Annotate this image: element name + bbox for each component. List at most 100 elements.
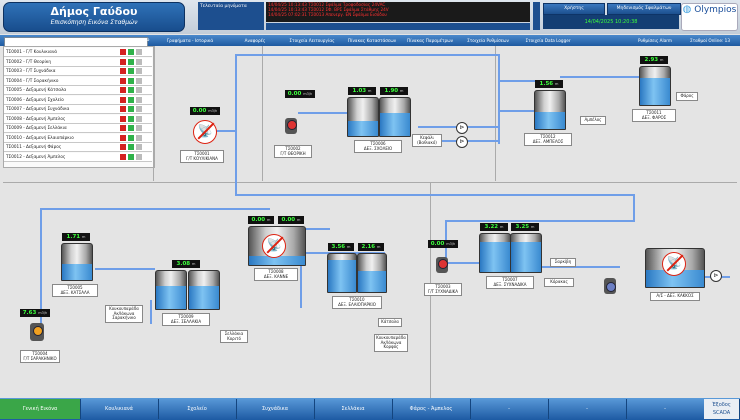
station-list-item[interactable]: ΤΣ0011 - Δεξαμενή Φάρος xyxy=(4,143,152,152)
station-label-s12[interactable]: ΤΣ0012 ΔΕΞ. ΑΜΠΕΛΟΣ xyxy=(524,133,572,147)
tab-overview[interactable]: Γενική Εικόνα xyxy=(0,399,81,419)
details-icon[interactable] xyxy=(136,134,142,141)
note-sarki: Σαρκίβη xyxy=(550,258,576,267)
station-list-item[interactable]: ΤΣ0006 - Δεξαμενή Σχολείο xyxy=(4,95,152,105)
tab-sychnadika[interactable]: Συχνάδικα xyxy=(236,399,315,419)
tab-sellakia[interactable]: Σελλάκια xyxy=(314,399,393,419)
station-list-label: ΤΣ0006 - Δεξαμενή Σχολείο xyxy=(6,96,64,102)
station-label-s13[interactable]: Α/Σ - ΔΕΞ. ΚΑΚΚΟΣ xyxy=(650,292,700,301)
pipe xyxy=(560,76,640,78)
details-icon[interactable] xyxy=(136,106,142,112)
level-readout-s12: 1.56 m xyxy=(535,80,563,88)
station-label-s10[interactable]: ΤΣ0010 ΔΕΞ. ΕΛΑΙΟΠΑΡΚΙΟ xyxy=(332,296,382,310)
level-readout-s11: 2.93 m xyxy=(640,56,668,64)
divider xyxy=(495,46,496,181)
station-label-s7[interactable]: ΤΣ0007 ΔΕΞ. ΣΥΧΝΑΔΙΚΑ xyxy=(486,276,534,290)
station-label-s3[interactable]: ΤΣ0003 Γ/Τ ΣΥΧΝΑΔΙΚΑ xyxy=(424,283,462,297)
menu-alarm-settings[interactable]: Ρυθμίσεις Alarm xyxy=(630,36,680,45)
station-label-s2[interactable]: ΤΣ0002 Γ/Τ ΘΕΟΡΙΚΗ xyxy=(274,145,312,159)
tank-s11[interactable] xyxy=(639,66,671,106)
flow-readout-s4: 7.63 m3/h xyxy=(20,309,50,317)
tab-faros-ampelos[interactable]: Φάρος - Άμπελος xyxy=(392,399,471,419)
tank-s5[interactable] xyxy=(61,243,93,281)
alarm-indicator-icon xyxy=(120,144,126,150)
station-list-label: ΤΣ0007 - Δεξαμενή Συχνάδικα xyxy=(6,106,70,111)
tank-s12[interactable] xyxy=(534,90,566,130)
tab-empty-3[interactable]: - xyxy=(626,399,705,419)
station-list-item[interactable]: ΤΣ0002 - Γ/Τ Θεορίκη xyxy=(4,57,152,67)
online-indicator-icon xyxy=(128,125,134,131)
online-indicator-icon xyxy=(128,68,134,74)
details-icon[interactable] xyxy=(136,77,142,84)
tab-empty-2[interactable]: - xyxy=(548,399,627,419)
search-icon[interactable]: ⌕ xyxy=(144,36,152,45)
station-label-s6[interactable]: ΤΣ0006 ΔΕΞ. ΣΧΟΛΕΙΟ xyxy=(354,140,402,154)
alarm-scrollbar[interactable] xyxy=(533,2,540,30)
pipe xyxy=(235,54,237,194)
tank-s6b[interactable] xyxy=(379,97,411,137)
station-list-item[interactable]: ΤΣ0001 - Γ/Τ Κουλικιανά xyxy=(4,48,152,57)
valve-icon[interactable]: ⊳ xyxy=(456,136,468,148)
station-label-s4[interactable]: ΤΣ0004 Γ/Τ ΣΑΡΑΚΗΝΙΚΟ xyxy=(20,350,60,364)
details-icon[interactable] xyxy=(136,49,142,55)
details-icon[interactable] xyxy=(136,96,142,103)
menu-datalogger[interactable]: Στοιχεία Data Logger xyxy=(518,36,578,45)
alarm-indicator-icon xyxy=(120,77,126,84)
details-icon[interactable] xyxy=(136,115,142,122)
pipe xyxy=(95,268,155,270)
details-icon[interactable] xyxy=(136,144,142,150)
alarm-scroll-bar[interactable] xyxy=(266,23,530,30)
menu-settings[interactable]: Στοιχεία Ρυθμίσεων xyxy=(460,36,516,45)
station-label-s5[interactable]: ΤΣ0005 ΔΕΞ. ΚΑΤΣΑΛΑ xyxy=(52,284,98,298)
tank-s7b[interactable] xyxy=(510,233,542,273)
station-list-item[interactable]: ΤΣ0009 - Δεξαμενή Σελλάκια xyxy=(4,124,152,133)
tank-s6a[interactable] xyxy=(347,97,379,137)
alarm-list[interactable]: 14/04/25 10:13:43 ΤΣ0012 Σφάλμα Τροφοδοσ… xyxy=(266,2,530,22)
reset-alarms-button[interactable]: Μηδενισμός Σφαλμάτων xyxy=(607,3,681,15)
station-list-item[interactable]: ΤΣ0005 - Δεξαμενή Κάτσαλα xyxy=(4,86,152,95)
menu-status[interactable]: Πίνακας Καταστάσεων xyxy=(344,36,400,45)
station-list-item[interactable]: ΤΣ0010 - Δεξαμενή Ελαιοπάρκιο xyxy=(4,133,152,143)
menu-history[interactable]: Γραφήματα - Ιστορικά xyxy=(152,36,228,45)
tank-s9b[interactable] xyxy=(188,270,220,310)
details-icon[interactable] xyxy=(136,153,142,160)
exit-scada-button[interactable]: Έξοδος SCADA xyxy=(704,399,740,419)
station-label-s1[interactable]: ΤΣ0001 Γ/Τ ΚΟΥΛΙΚΙΑΝΑ xyxy=(180,150,224,164)
logo-icon: ◍ xyxy=(682,4,692,15)
tab-scholeio[interactable]: Σχολείο xyxy=(158,399,237,419)
station-label-s11[interactable]: ΤΣ0011 ΔΕΞ. ΦΑΡΟΣ xyxy=(632,109,676,123)
station-label-s9[interactable]: ΤΣ0009 ΔΕΞ. ΣΕΛΛΑΚΙΑ xyxy=(162,313,210,327)
divider xyxy=(153,46,154,181)
menu-parameters[interactable]: Πίνακας Παραμέτρων xyxy=(402,36,458,45)
menu-operation[interactable]: Στοιχεία Λειτουργίας xyxy=(282,36,342,45)
flow-readout-s3: 0.00 m3/h xyxy=(428,240,458,248)
alarm-row[interactable]: 14/04/25 07:02:31 ΤΣ0013 Απενεργ. ΕΝ Σφά… xyxy=(268,12,528,18)
no-signal-icon: 📡 xyxy=(262,234,286,258)
details-icon[interactable] xyxy=(136,58,142,65)
tank-s9a[interactable] xyxy=(155,270,187,310)
level-readout-s6a: 1.03 m xyxy=(348,87,376,95)
station-list-label: ΤΣ0005 - Δεξαμενή Κάτσαλα xyxy=(6,87,67,92)
tab-empty-1[interactable]: - xyxy=(470,399,549,419)
pump-status-icon xyxy=(606,282,616,292)
valve-icon[interactable]: ⊳ xyxy=(710,270,722,282)
tank-s7a[interactable] xyxy=(479,233,511,273)
station-list-item[interactable]: ΤΣ0008 - Δεξαμενή Άμπελος xyxy=(4,114,152,124)
station-list-item[interactable]: ΤΣ0007 - Δεξαμενή Συχνάδικα xyxy=(4,105,152,114)
user-button[interactable]: Χρήστης xyxy=(543,3,605,15)
details-icon[interactable] xyxy=(136,87,142,93)
station-list-item[interactable]: ΤΣ0012 - Δεξαμενή Άμπελος xyxy=(4,152,152,162)
details-icon[interactable] xyxy=(136,125,142,131)
tank-s10b[interactable] xyxy=(357,253,387,293)
station-label-s8[interactable]: ΤΣ0008 ΔΕΞ. ΚΑΝΝΕ xyxy=(254,268,298,282)
valve-icon[interactable]: ⊳ xyxy=(456,122,468,134)
tab-koulikiana[interactable]: Κουλικιανά xyxy=(80,399,159,419)
station-list-item[interactable]: ΤΣ0004 - Γ/Τ Σαρακήνικο xyxy=(4,76,152,86)
station-list-label: ΤΣ0010 - Δεξαμενή Ελαιοπάρκιο xyxy=(6,134,74,140)
details-icon[interactable] xyxy=(136,68,142,74)
level-readout-s7a: 3.22 m xyxy=(480,223,508,231)
menu-reports[interactable]: Αναφορές xyxy=(230,36,280,45)
station-list-item[interactable]: ΤΣ0003 - Γ/Τ Συχνάδικα xyxy=(4,67,152,76)
tank-s10a[interactable] xyxy=(327,253,357,293)
alarm-indicator-icon xyxy=(120,58,126,65)
